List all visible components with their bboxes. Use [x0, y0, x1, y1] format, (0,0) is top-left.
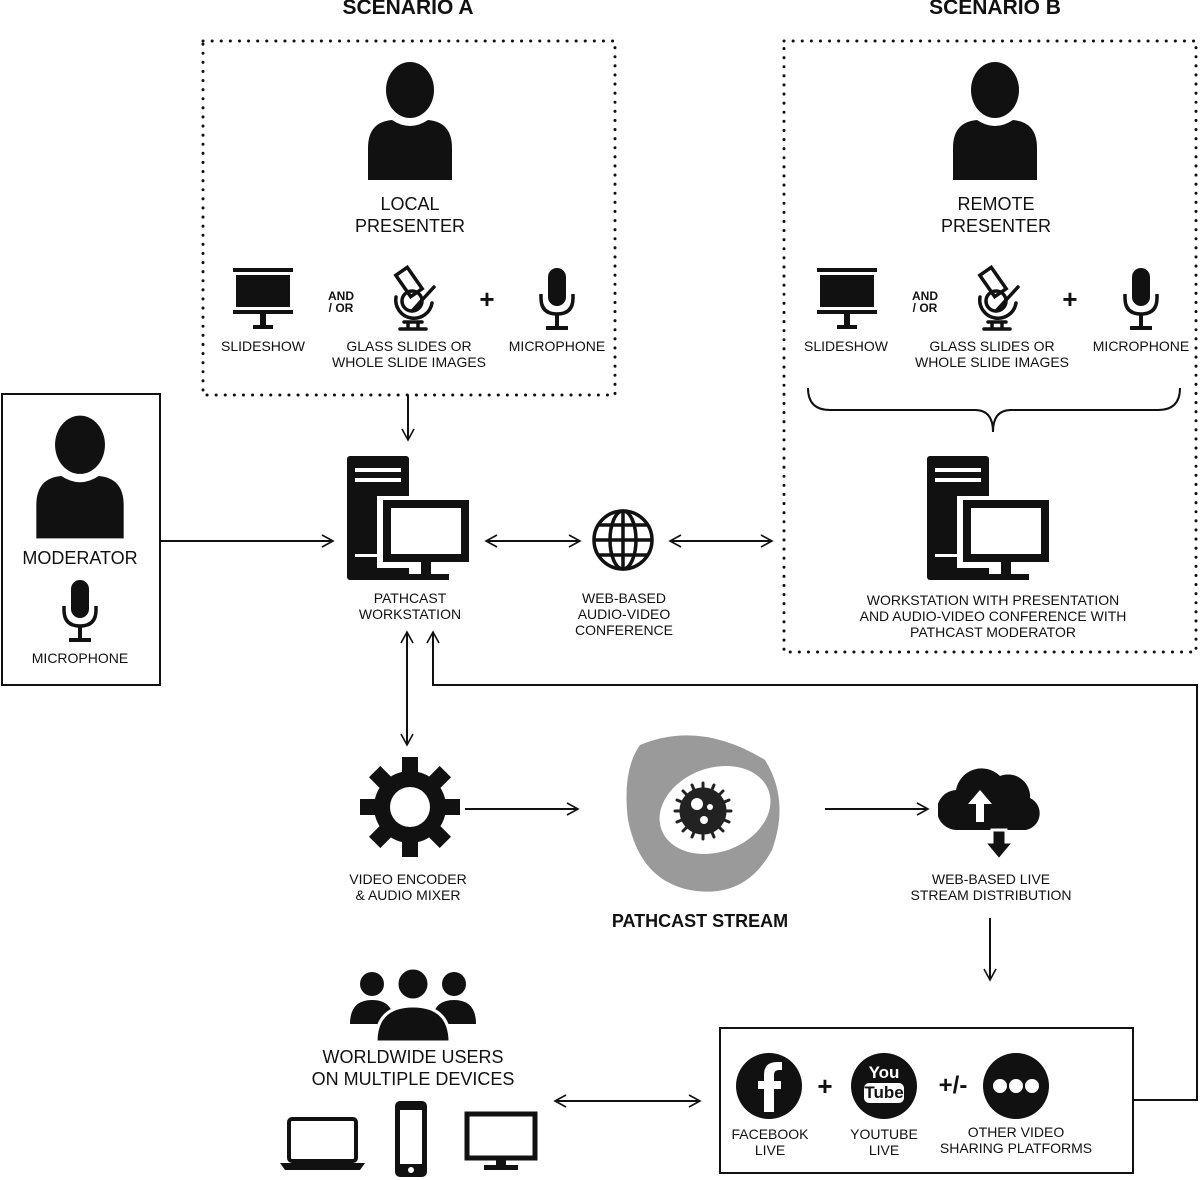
remote-workstation-label: WORKSTATION WITH PRESENTATION AND AUDIO-V…	[859, 592, 1127, 640]
plus-sign: +	[817, 1071, 833, 1101]
microscope-icon	[394, 265, 436, 331]
moderator-label: MODERATOR	[22, 548, 138, 568]
desktop-icon	[464, 1111, 538, 1170]
slides-label: GLASS SLIDES OR WHOLE SLIDE IMAGES	[914, 338, 1070, 370]
scenario-b-title: SCENARIO B	[929, 0, 1061, 19]
slides-label: GLASS SLIDES OR WHOLE SLIDE IMAGES	[331, 338, 487, 370]
plus-sign: +	[1062, 284, 1078, 314]
other-platforms-label: OTHER VIDEO SHARING PLATFORMS	[939, 1124, 1093, 1156]
users-label: WORLDWIDE USERS ON MULTIPLE DEVICES	[311, 1047, 515, 1089]
phone-icon	[395, 1101, 427, 1177]
pathogen-icon	[673, 781, 733, 841]
and-or-label: AND / OR	[328, 289, 354, 315]
youtube-label: YOUTUBE LIVE	[850, 1126, 918, 1158]
brace	[807, 387, 1181, 433]
users-icon	[350, 966, 476, 1042]
remote-workstation-icon	[927, 456, 1051, 580]
moderator-microphone-label: MICROPHONE	[31, 650, 129, 666]
globe-icon	[592, 509, 654, 571]
microphone-label: MICROPHONE	[508, 338, 606, 354]
encoder-label: VIDEO ENCODER & AUDIO MIXER	[349, 871, 467, 903]
pathcast-workstation-label: PATHCAST WORKSTATION	[358, 590, 462, 622]
slideshow-icon	[817, 268, 877, 329]
pathcast-workstation-icon	[347, 456, 471, 580]
facebook-label: FACEBOOK LIVE	[731, 1126, 809, 1158]
microphone-icon	[1123, 268, 1159, 332]
scenario-a-title: SCENARIO A	[342, 0, 474, 19]
slideshow-icon	[233, 268, 293, 329]
cloud-upload-download-icon	[938, 766, 1042, 862]
and-or-label: AND / OR	[912, 289, 938, 315]
youtube-logo-you: You	[868, 1063, 900, 1082]
conference-label: WEB-BASED AUDIO-VIDEO CONFERENCE	[574, 590, 674, 638]
pathcast-stream-title: PATHCAST STREAM	[611, 911, 789, 931]
microphone-icon	[539, 268, 575, 332]
slideshow-label: SLIDESHOW	[220, 338, 306, 354]
distribution-label: WEB-BASED LIVE STREAM DISTRIBUTION	[910, 871, 1072, 903]
microscope-icon	[978, 265, 1020, 331]
microphone-label: MICROPHONE	[1092, 338, 1190, 354]
local-presenter-icon	[368, 62, 452, 180]
local-presenter-label: LOCAL PRESENTER	[354, 194, 466, 236]
youtube-logo-tube: Tube	[864, 1083, 904, 1102]
plus-minus-sign: +/-	[938, 1072, 968, 1099]
pathcast-logo	[626, 735, 780, 892]
gear-icon	[339, 736, 480, 877]
remote-presenter-label: REMOTE PRESENTER	[940, 194, 1052, 236]
plus-sign: +	[479, 284, 495, 314]
laptop-icon	[280, 1117, 365, 1170]
return-line-platforms-to-workstation	[426, 630, 1198, 1101]
moderator-icon	[36, 415, 124, 539]
more-platforms-icon	[983, 1053, 1049, 1119]
facebook-icon	[736, 1053, 802, 1119]
microphone-icon	[62, 580, 98, 644]
remote-presenter-icon	[953, 62, 1037, 180]
slideshow-label: SLIDESHOW	[803, 338, 889, 354]
pathcast-diagram: SCENARIO A SCENARIO B LOCAL PRESENTER SLI…	[0, 0, 1200, 1180]
